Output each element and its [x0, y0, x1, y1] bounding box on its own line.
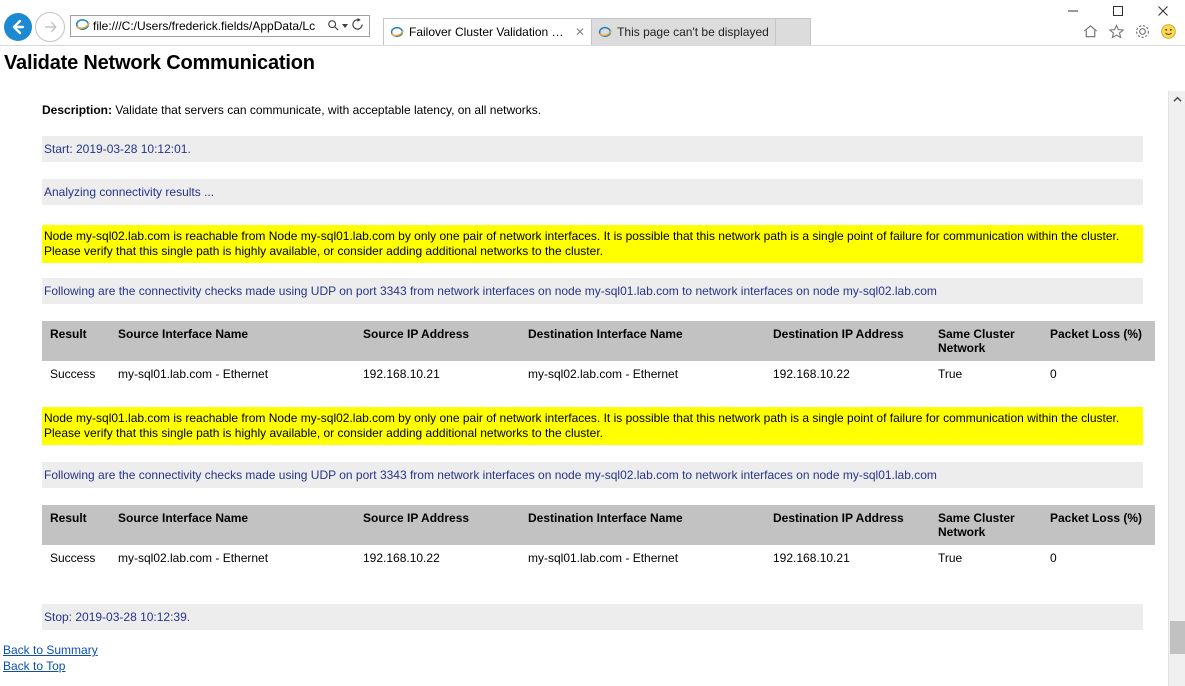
cell-source-ip: 192.168.10.22 — [355, 545, 520, 571]
refresh-icon[interactable] — [351, 18, 364, 34]
maximize-button[interactable] — [1095, 0, 1140, 22]
column-header-same-cluster-network: Same Cluster Network — [930, 321, 1042, 361]
column-header-source-ip-address: Source IP Address — [355, 321, 520, 361]
navigation-buttons — [4, 12, 68, 42]
vertical-scrollbar[interactable] — [1168, 91, 1185, 686]
home-icon[interactable] — [1082, 23, 1099, 43]
cell-same-cluster-network: True — [930, 545, 1042, 571]
scrollbar-thumb[interactable] — [1170, 621, 1185, 654]
browser-chrome: file:///C:/Users/frederick.fields/AppDat… — [0, 0, 1185, 46]
stop-time-band: Stop: 2019-03-28 10:12:39. — [42, 604, 1143, 630]
back-to-top-link[interactable]: Back to Top — [3, 658, 98, 674]
minimize-button[interactable] — [1050, 0, 1095, 22]
internet-explorer-icon — [390, 25, 404, 39]
cell-source-interface: my-sql02.lab.com - Ethernet — [110, 545, 355, 571]
cell-source-ip: 192.168.10.21 — [355, 361, 520, 387]
forward-button[interactable] — [35, 12, 65, 42]
description-line: Description: Validate that servers can c… — [42, 103, 1168, 117]
close-button[interactable] — [1140, 0, 1185, 22]
connectivity-results-table-1: Result Source Interface Name Source IP A… — [42, 321, 1155, 387]
description-text: Validate that servers can communicate, w… — [115, 103, 542, 117]
back-to-summary-link[interactable]: Back to Summary — [3, 642, 98, 658]
column-header-destination-ip-address: Destination IP Address — [765, 321, 930, 361]
column-header-destination-ip-address: Destination IP Address — [765, 505, 930, 545]
tab-failover-cluster-validation-report[interactable]: Failover Cluster Validation R... ✕ — [383, 18, 593, 45]
tab-label: Failover Cluster Validation R... — [409, 25, 569, 39]
favorites-star-icon[interactable] — [1108, 23, 1125, 43]
connectivity-note-1: Following are the connectivity checks ma… — [42, 278, 1143, 304]
internet-explorer-icon — [598, 25, 612, 39]
table-row: Success my-sql01.lab.com - Ethernet 192.… — [42, 361, 1155, 387]
column-header-source-interface-name: Source Interface Name — [110, 321, 355, 361]
gear-icon[interactable] — [1134, 23, 1151, 43]
cell-packet-loss: 0 — [1042, 361, 1155, 387]
table-row: Success my-sql02.lab.com - Ethernet 192.… — [42, 545, 1155, 571]
cell-destination-ip: 192.168.10.22 — [765, 361, 930, 387]
cell-destination-interface: my-sql01.lab.com - Ethernet — [520, 545, 765, 571]
table-header-row: Result Source Interface Name Source IP A… — [42, 321, 1155, 361]
column-header-packet-loss: Packet Loss (%) — [1042, 505, 1155, 545]
window-controls — [1050, 0, 1185, 22]
feedback-smiley-icon[interactable] — [1160, 23, 1177, 43]
connectivity-note-2: Following are the connectivity checks ma… — [42, 462, 1143, 488]
column-header-same-cluster-network: Same Cluster Network — [930, 505, 1042, 545]
cell-packet-loss: 0 — [1042, 545, 1155, 571]
page-viewport: Validate Network Communication Descripti… — [0, 46, 1185, 686]
column-header-result: Result — [42, 321, 110, 361]
address-bar-icons — [327, 18, 367, 34]
cell-result: Success — [42, 361, 110, 387]
cell-destination-ip: 192.168.10.21 — [765, 545, 930, 571]
start-time-band: Start: 2019-03-28 10:12:01. — [42, 136, 1143, 162]
column-header-packet-loss: Packet Loss (%) — [1042, 321, 1155, 361]
search-icon[interactable] — [327, 19, 339, 34]
analyzing-band: Analyzing connectivity results ... — [42, 179, 1143, 205]
cell-same-cluster-network: True — [930, 361, 1042, 387]
address-text[interactable]: file:///C:/Users/frederick.fields/AppDat… — [91, 19, 327, 33]
address-bar[interactable]: file:///C:/Users/frederick.fields/AppDat… — [70, 15, 370, 37]
new-tab-button[interactable] — [774, 18, 811, 45]
command-bar — [1082, 23, 1177, 43]
arrow-left-icon — [12, 19, 25, 35]
tab-page-cannot-be-displayed[interactable]: This page can't be displayed — [591, 18, 776, 45]
column-header-destination-interface-name: Destination Interface Name — [520, 321, 765, 361]
tab-strip: Failover Cluster Validation R... ✕ This … — [383, 17, 811, 45]
arrow-right-icon — [44, 21, 57, 33]
column-header-destination-interface-name: Destination Interface Name — [520, 505, 765, 545]
warning-message-2: Node my-sql01.lab.com is reachable from … — [42, 407, 1143, 445]
close-icon[interactable]: ✕ — [575, 25, 585, 39]
cell-destination-interface: my-sql02.lab.com - Ethernet — [520, 361, 765, 387]
description-label: Description: — [42, 103, 113, 117]
table-header-row: Result Source Interface Name Source IP A… — [42, 505, 1155, 545]
column-header-source-interface-name: Source Interface Name — [110, 505, 355, 545]
column-header-source-ip-address: Source IP Address — [355, 505, 520, 545]
column-header-result: Result — [42, 505, 110, 545]
cell-source-interface: my-sql01.lab.com - Ethernet — [110, 361, 355, 387]
page-title: Validate Network Communication — [4, 52, 315, 74]
chevron-down-icon[interactable] — [342, 24, 348, 28]
footer-links: Back to Summary Back to Top — [3, 642, 98, 674]
scroll-up-icon[interactable] — [1169, 91, 1185, 108]
back-button[interactable] — [4, 13, 32, 41]
internet-explorer-icon — [73, 17, 91, 35]
cell-result: Success — [42, 545, 110, 571]
browser-window: file:///C:/Users/frederick.fields/AppDat… — [0, 0, 1185, 686]
warning-message-1: Node my-sql02.lab.com is reachable from … — [42, 225, 1143, 263]
tab-label: This page can't be displayed — [617, 25, 769, 39]
connectivity-results-table-2: Result Source Interface Name Source IP A… — [42, 505, 1155, 571]
validation-report-page: Validate Network Communication Descripti… — [0, 46, 1168, 686]
